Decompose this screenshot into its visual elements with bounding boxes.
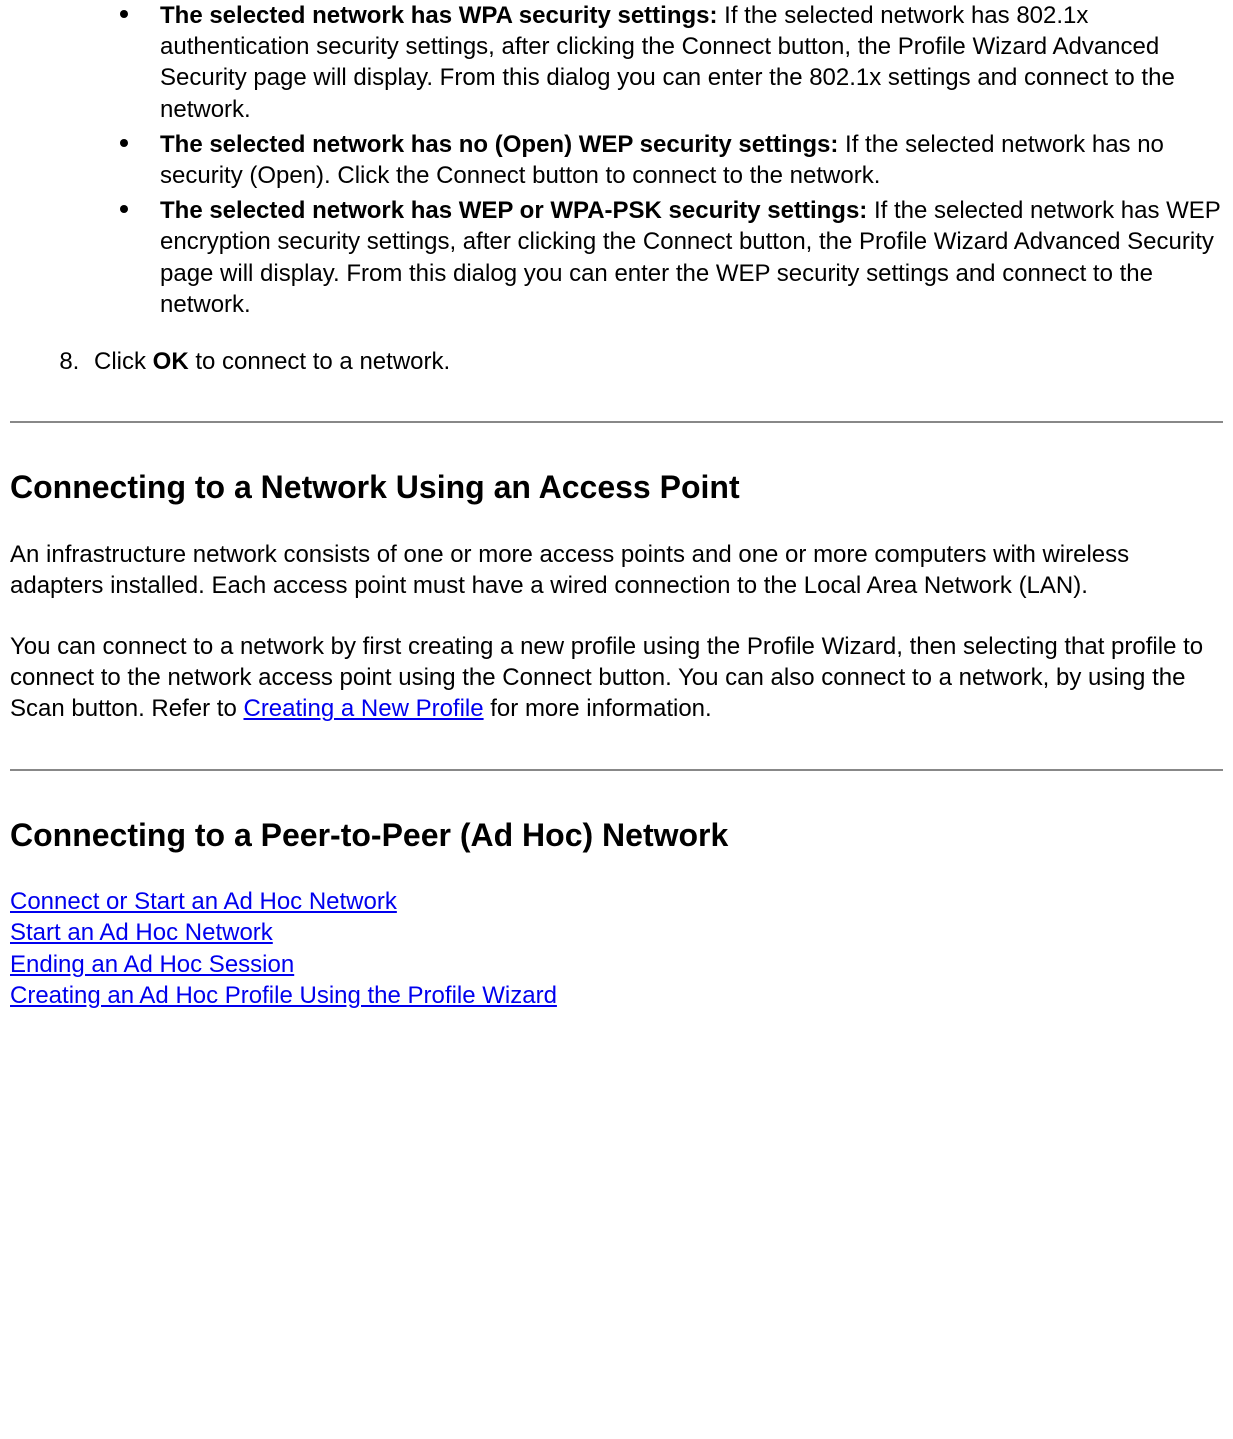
link-creating-adhoc-profile[interactable]: Creating an Ad Hoc Profile Using the Pro… [10,982,557,1009]
step-text-bold: OK [153,348,189,375]
step-text-pre: Click [94,348,153,375]
list-item: The selected network has WPA security se… [120,0,1223,125]
bullet-icon [120,10,128,18]
bullet-title: The selected network has WEP or WPA-PSK … [160,197,867,224]
link-connect-start-adhoc[interactable]: Connect or Start an Ad Hoc Network [10,888,397,915]
link-start-adhoc[interactable]: Start an Ad Hoc Network [10,919,273,946]
list-item: The selected network has no (Open) WEP s… [120,129,1223,191]
list-item: The selected network has WEP or WPA-PSK … [120,195,1223,320]
step-item-8: Click OK to connect to a network. [86,346,1223,377]
bullet-icon [120,205,128,213]
security-bullet-list: The selected network has WPA security se… [120,0,1223,320]
bullet-icon [120,139,128,147]
link-ending-adhoc[interactable]: Ending an Ad Hoc Session [10,951,294,978]
bullet-title: The selected network has WPA security se… [160,2,717,29]
document-page: The selected network has WPA security se… [0,0,1233,1031]
bullet-title: The selected network has no (Open) WEP s… [160,131,845,158]
heading-adhoc: Connecting to a Peer-to-Peer (Ad Hoc) Ne… [10,815,1223,857]
section-divider [10,421,1223,423]
paragraph-text-post: for more information. [484,695,712,722]
adhoc-link-list: Connect or Start an Ad Hoc Network Start… [10,886,1223,1011]
numbered-step-list: Click OK to connect to a network. [50,346,1223,377]
paragraph: You can connect to a network by first cr… [10,631,1223,725]
heading-access-point: Connecting to a Network Using an Access … [10,467,1223,509]
paragraph: An infrastructure network consists of on… [10,539,1223,601]
step-text-post: to connect to a network. [189,348,450,375]
section-divider [10,769,1223,771]
link-creating-new-profile[interactable]: Creating a New Profile [243,695,483,722]
